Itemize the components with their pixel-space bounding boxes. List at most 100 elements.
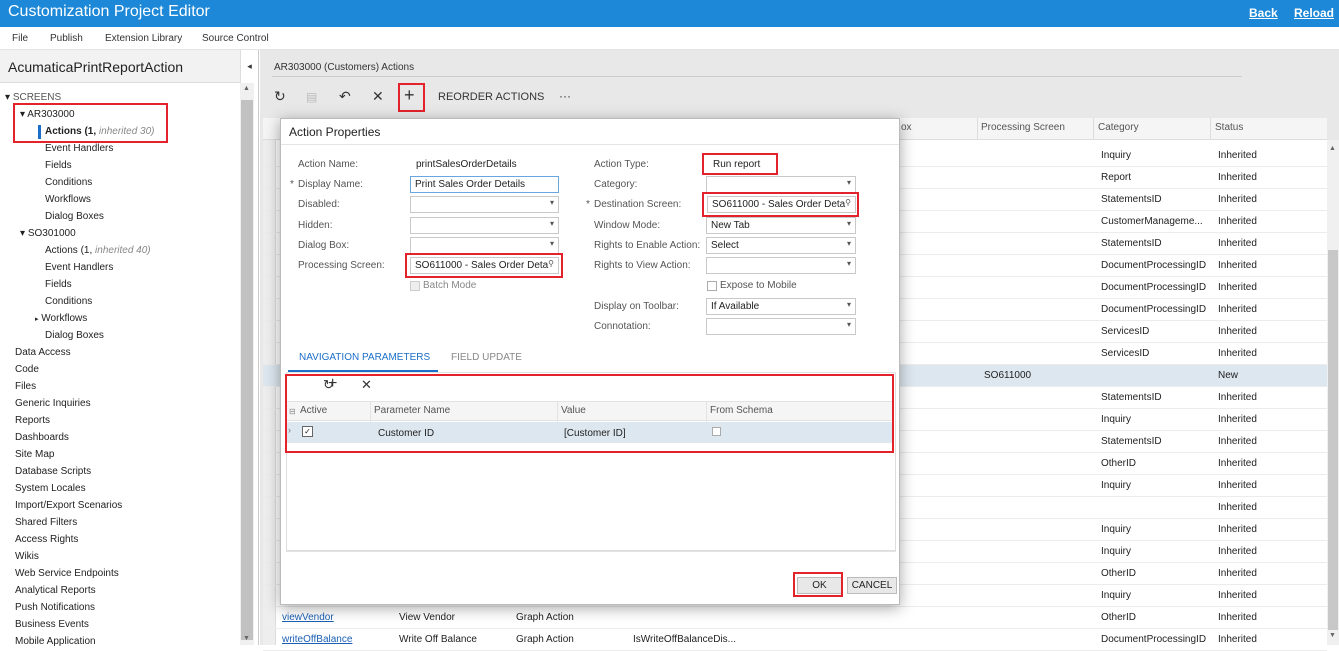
- tree-node-mobile-application[interactable]: Mobile Application: [15, 636, 96, 647]
- grid-cell-status: Inherited: [1218, 150, 1257, 161]
- tree-node-site-map[interactable]: Site Map: [15, 449, 54, 460]
- save-icon[interactable]: ▤: [306, 90, 317, 104]
- highlight-ar303000: [13, 103, 168, 143]
- grid-header-category[interactable]: Category: [1098, 122, 1139, 133]
- tree-node-database-scripts[interactable]: Database Scripts: [15, 466, 91, 477]
- display-name-input[interactable]: Print Sales Order Details: [410, 176, 559, 193]
- breadcrumb-divider: [272, 76, 1242, 77]
- dropdown-arrow-icon: ▾: [846, 320, 851, 329]
- hidden-select[interactable]: ▾: [410, 217, 559, 234]
- tree-node-generic-inquiries[interactable]: Generic Inquiries: [15, 398, 91, 409]
- grid-scroll-down-icon[interactable]: ▼: [1329, 632, 1336, 639]
- cancel-button[interactable]: CANCEL: [847, 577, 897, 594]
- tree-ar-workflows[interactable]: Workflows: [45, 194, 91, 205]
- grid-cell-status: Inherited: [1218, 172, 1257, 183]
- rights-view-select[interactable]: ▾: [706, 257, 856, 274]
- more-icon[interactable]: ···: [559, 89, 571, 103]
- tree-scrollbar-thumb[interactable]: [241, 100, 253, 640]
- grid-header-status[interactable]: Status: [1215, 122, 1243, 133]
- grid-cell-status: Inherited: [1218, 436, 1257, 447]
- tree-node-access-rights[interactable]: Access Rights: [15, 534, 78, 545]
- tree-node-files[interactable]: Files: [15, 381, 36, 392]
- tree-screens[interactable]: ▾ SCREENS: [5, 92, 61, 103]
- grid-cell-action-name[interactable]: viewVendor: [282, 612, 334, 623]
- disabled-select[interactable]: ▾: [410, 196, 559, 213]
- grid-cell-action-name[interactable]: writeOffBalance: [282, 634, 352, 645]
- tree-node-push-notifications[interactable]: Push Notifications: [15, 602, 95, 613]
- tree-so-conditions[interactable]: Conditions: [45, 296, 92, 307]
- undo-icon[interactable]: ↶: [339, 88, 351, 105]
- grid-cell-status: New: [1218, 370, 1239, 381]
- grid-cell-status: Inherited: [1218, 612, 1257, 623]
- grid-header-ox[interactable]: ox: [901, 122, 912, 133]
- tree-node-reports[interactable]: Reports: [15, 415, 50, 426]
- tree-node-code[interactable]: Code: [15, 364, 39, 375]
- tree-so-event-handlers[interactable]: Event Handlers: [45, 262, 113, 273]
- grid-header-processing-screen[interactable]: Processing Screen: [981, 122, 1065, 133]
- grid-scrollbar-thumb[interactable]: [1328, 250, 1338, 630]
- chevron-down-icon: ▾: [20, 228, 26, 239]
- window-mode-select[interactable]: New Tab ▾: [706, 217, 856, 234]
- tree-ar-event-handlers[interactable]: Event Handlers: [45, 143, 113, 154]
- chevron-down-icon: ▾: [5, 92, 11, 103]
- rights-enable-select[interactable]: Select ▾: [706, 237, 856, 254]
- tree-ar-fields[interactable]: Fields: [45, 160, 72, 171]
- tree-node-data-access[interactable]: Data Access: [15, 347, 71, 358]
- rights-view-label: Rights to View Action:: [594, 260, 691, 271]
- connotation-select[interactable]: ▾: [706, 318, 856, 335]
- grid-cell-display-name: Write Off Balance: [399, 634, 477, 645]
- tree-node-system-locales[interactable]: System Locales: [15, 483, 86, 494]
- category-select[interactable]: ▾: [706, 176, 856, 193]
- tree-node-wikis[interactable]: Wikis: [15, 551, 39, 562]
- dialog-box-label: Dialog Box:: [298, 240, 350, 251]
- action-name-label: Action Name:: [298, 159, 359, 170]
- tree-so-actions[interactable]: Actions (1, inherited 40): [45, 245, 151, 256]
- tree-node-business-events[interactable]: Business Events: [15, 619, 89, 630]
- grid-cell-category: Inquiry: [1101, 414, 1132, 425]
- tab-navigation-parameters[interactable]: NAVIGATION PARAMETERS: [299, 352, 430, 363]
- tree-so301000[interactable]: ▾ SO301000: [20, 228, 76, 239]
- tree-so-fields[interactable]: Fields: [45, 279, 72, 290]
- tree-node-dashboards[interactable]: Dashboards: [15, 432, 69, 443]
- grid-cell-status: Inherited: [1218, 194, 1257, 205]
- expose-mobile-checkbox[interactable]: [707, 281, 717, 291]
- highlight-parameters: [285, 374, 894, 453]
- reorder-actions-button[interactable]: REORDER ACTIONS: [438, 91, 544, 103]
- tree-node-analytical-reports[interactable]: Analytical Reports: [15, 585, 96, 596]
- scroll-up-icon[interactable]: ▲: [243, 85, 250, 92]
- dropdown-arrow-icon: ▾: [846, 300, 851, 309]
- menu-extension-library[interactable]: Extension Library: [105, 33, 182, 44]
- grid-cell-status: Inherited: [1218, 590, 1257, 601]
- grid-cell-condition: IsWriteOffBalanceDis...: [633, 634, 736, 645]
- menu-publish[interactable]: Publish: [50, 33, 83, 44]
- scroll-down-icon[interactable]: ▼: [243, 635, 250, 642]
- display-toolbar-select[interactable]: If Available ▾: [706, 298, 856, 315]
- row-divider: [263, 606, 1327, 607]
- batch-mode-checkbox[interactable]: [410, 281, 420, 291]
- highlight-processing-screen: [405, 253, 563, 278]
- tree-ar-dialog-boxes[interactable]: Dialog Boxes: [45, 211, 104, 222]
- refresh-icon[interactable]: ↻: [274, 88, 286, 105]
- grid-row-selector: [263, 140, 276, 645]
- tree-so-dialog-boxes[interactable]: Dialog Boxes: [45, 330, 104, 341]
- tree-ar-conditions[interactable]: Conditions: [45, 177, 92, 188]
- reload-link[interactable]: Reload: [1294, 6, 1334, 20]
- menu-source-control[interactable]: Source Control: [202, 33, 269, 44]
- breadcrumb: AR303000 (Customers) Actions: [274, 62, 415, 73]
- grid-cell-type: Graph Action: [516, 612, 574, 623]
- menu-file[interactable]: File: [12, 33, 28, 44]
- tree-node-import-export-scenarios[interactable]: Import/Export Scenarios: [15, 500, 122, 511]
- tree-node-shared-filters[interactable]: Shared Filters: [15, 517, 77, 528]
- grid-cell-category: Inquiry: [1101, 546, 1132, 557]
- tab-field-update[interactable]: FIELD UPDATE: [451, 352, 522, 363]
- close-icon[interactable]: ✕: [372, 88, 384, 105]
- tree-so-workflows[interactable]: ▸ Workflows: [35, 313, 87, 324]
- back-link[interactable]: Back: [1249, 6, 1278, 20]
- tree-node-web-service-endpoints[interactable]: Web Service Endpoints: [15, 568, 119, 579]
- grid-scroll-up-icon[interactable]: ▲: [1329, 145, 1336, 152]
- dropdown-arrow-icon: ▾: [846, 239, 851, 248]
- dropdown-arrow-icon: ▾: [846, 178, 851, 187]
- collapse-pane-button[interactable]: ◂: [240, 50, 258, 83]
- dialog-box-select[interactable]: ▾: [410, 237, 559, 254]
- highlight-add-button: [398, 83, 425, 112]
